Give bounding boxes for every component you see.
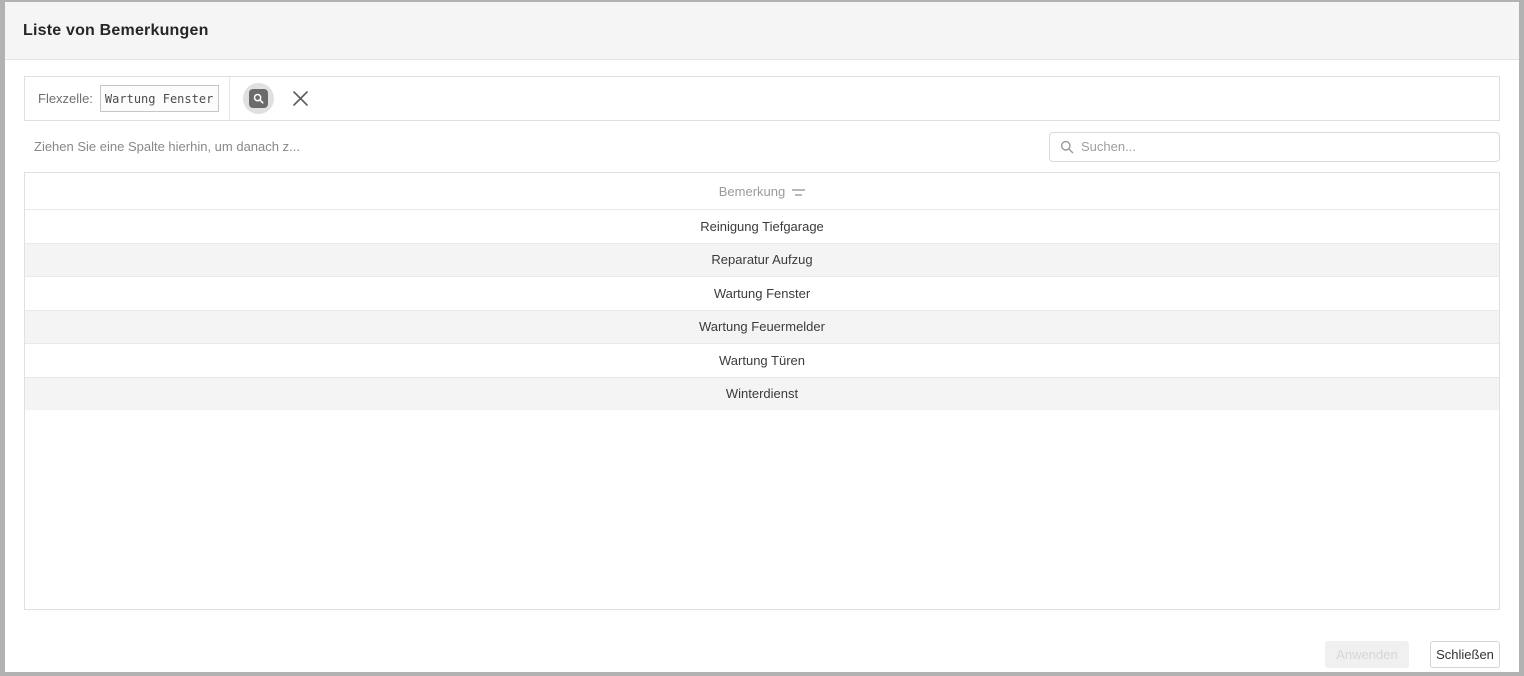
dialog-content: Flexzelle:	[5, 76, 1519, 668]
search-icon	[1060, 140, 1074, 154]
column-header-bemerkung[interactable]: Bemerkung	[25, 173, 1499, 209]
table-row[interactable]: Wartung Türen	[25, 343, 1499, 377]
page-title: Liste von Bemerkungen	[23, 22, 209, 40]
dialog-title-bar: Liste von Bemerkungen	[5, 2, 1519, 60]
flexzelle-value-input[interactable]	[100, 85, 219, 112]
magnifier-icon	[249, 89, 268, 108]
table-row[interactable]: Reinigung Tiefgarage	[25, 209, 1499, 243]
table-row[interactable]: Wartung Fenster	[25, 276, 1499, 310]
close-button[interactable]: Schließen	[1430, 641, 1500, 668]
apply-button[interactable]: Anwenden	[1325, 641, 1409, 668]
grid-search-box[interactable]	[1049, 132, 1500, 162]
group-panel-hint: Ziehen Sie eine Spalte hierhin, um danac…	[34, 139, 300, 154]
search-input[interactable]	[1081, 139, 1499, 154]
dialog-footer: Anwenden Schließen	[24, 610, 1500, 668]
column-header-label: Bemerkung	[719, 184, 785, 199]
table-row[interactable]: Reparatur Aufzug	[25, 243, 1499, 277]
flexzelle-clear-button[interactable]	[290, 88, 312, 110]
flexzelle-filter-panel: Flexzelle:	[24, 76, 1500, 121]
grid-toolbar: Ziehen Sie eine Spalte hierhin, um danac…	[24, 121, 1500, 172]
close-icon	[292, 90, 309, 107]
panel-divider	[229, 77, 230, 120]
filter-icon[interactable]	[792, 189, 805, 196]
dialog-window: Liste von Bemerkungen Flexzelle:	[5, 2, 1519, 672]
remarks-table: Bemerkung Reinigung Tiefgarage Reparatur…	[24, 172, 1500, 610]
flexzelle-label: Flexzelle:	[38, 91, 93, 106]
table-row[interactable]: Wartung Feuermelder	[25, 310, 1499, 344]
table-row[interactable]: Winterdienst	[25, 377, 1499, 411]
flexzelle-search-button[interactable]	[243, 83, 274, 114]
